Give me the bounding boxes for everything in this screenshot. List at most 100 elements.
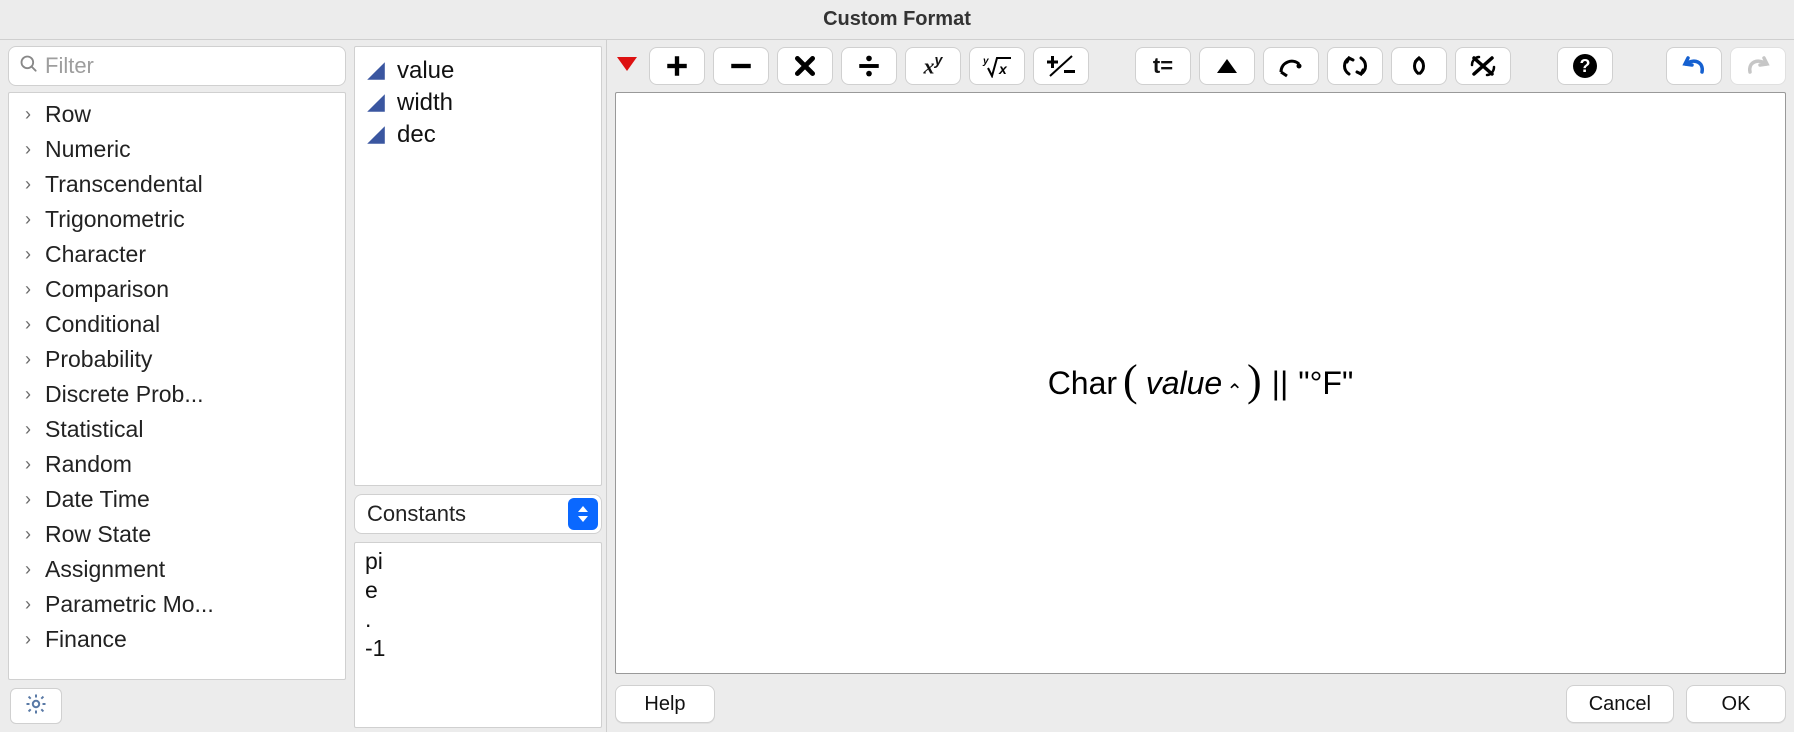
middle-column: value width dec Constants <box>350 40 606 732</box>
filter-search[interactable] <box>8 46 346 86</box>
plusminus-icon <box>1047 54 1075 78</box>
divide-button[interactable] <box>841 47 897 85</box>
continuous-icon <box>365 92 387 114</box>
gear-icon <box>24 692 48 721</box>
category-row[interactable]: › Row <box>19 97 345 132</box>
open-paren: ( <box>1123 359 1138 403</box>
svg-text:y: y <box>982 56 989 67</box>
category-numeric[interactable]: ›Numeric <box>19 132 345 167</box>
redo-icon <box>1744 54 1772 78</box>
ok-button[interactable]: OK <box>1686 685 1786 723</box>
cancel-button[interactable]: Cancel <box>1566 685 1674 723</box>
category-finance[interactable]: › Finance <box>19 622 345 657</box>
category-label: Row State <box>45 521 151 548</box>
constants-select-label: Constants <box>367 501 466 527</box>
unnest-button[interactable] <box>1391 47 1447 85</box>
category-label: Statistical <box>45 416 143 443</box>
plus-button[interactable] <box>649 47 705 85</box>
settings-button[interactable] <box>10 688 62 724</box>
chevron-right-icon: › <box>21 489 35 510</box>
continuous-icon <box>365 60 387 82</box>
chevron-right-icon: › <box>21 629 35 650</box>
category-trigonometric[interactable]: ›Trigonometric <box>19 202 345 237</box>
variable-dec[interactable]: dec <box>365 119 591 151</box>
help-button[interactable]: ? <box>1557 47 1613 85</box>
power-button[interactable]: xy <box>905 47 961 85</box>
help-footer-button[interactable]: Help <box>615 685 715 723</box>
constants-list[interactable]: pi e . -1 <box>354 542 602 728</box>
formula-expression[interactable]: Char ( value ⌃ ) || "°F" <box>1048 361 1354 405</box>
category-label: Discrete Prob... <box>45 381 204 408</box>
minus-icon <box>728 53 754 79</box>
dialog-body: ›Row ›Numeric ›Transcendental ›Trigonome… <box>0 40 1794 732</box>
variable-list[interactable]: value width dec <box>354 46 602 486</box>
category-label: Date Time <box>45 486 150 513</box>
constant-e[interactable]: e <box>365 576 591 605</box>
variable-width[interactable]: width <box>365 87 591 119</box>
gear-button-wrap <box>8 686 346 728</box>
category-discrete-prob[interactable]: ›Discrete Prob... <box>19 377 345 412</box>
category-assignment[interactable]: › Assignment <box>19 552 345 587</box>
local-assign-button[interactable]: t= <box>1135 47 1191 85</box>
continuous-icon <box>365 124 387 146</box>
chevron-right-icon: › <box>21 559 35 580</box>
formula-argument[interactable]: value <box>1144 365 1225 402</box>
chevron-right-icon: › <box>21 279 35 300</box>
left-column: ›Row ›Numeric ›Transcendental ›Trigonome… <box>0 40 350 732</box>
unnest-icon <box>1407 54 1431 78</box>
category-transcendental[interactable]: ›Transcendental <box>19 167 345 202</box>
divide-icon <box>856 53 882 79</box>
category-label: Assignment <box>45 556 165 583</box>
variable-label: dec <box>397 121 436 149</box>
undo-button[interactable] <box>1666 47 1722 85</box>
delete-button[interactable] <box>1455 47 1511 85</box>
times-button[interactable] <box>777 47 833 85</box>
category-character[interactable]: ›Character <box>19 237 345 272</box>
variable-value[interactable]: value <box>365 55 591 87</box>
chevron-right-icon: › <box>21 104 35 125</box>
category-label: Probability <box>45 346 152 373</box>
category-label: Trigonometric <box>45 206 185 233</box>
minus-button[interactable] <box>713 47 769 85</box>
category-probability[interactable]: › Probability <box>19 342 345 377</box>
category-conditional[interactable]: ›Conditional <box>19 307 345 342</box>
category-random[interactable]: ›Random <box>19 447 345 482</box>
category-label: Numeric <box>45 136 131 163</box>
category-label: Row <box>45 101 91 128</box>
insert-caret-icon: ⌃ <box>1226 379 1243 404</box>
category-row-state[interactable]: ›Row State <box>19 517 345 552</box>
window-titlebar: Custom Format <box>0 0 1794 40</box>
ok-label: OK <box>1722 693 1751 716</box>
constant-neg1[interactable]: -1 <box>365 634 591 663</box>
redo-button[interactable] <box>1730 47 1786 85</box>
hotspot-menu-icon[interactable] <box>615 55 641 77</box>
formula-literal[interactable]: "°F" <box>1298 365 1353 402</box>
help-icon: ? <box>1572 53 1598 79</box>
category-parametric-model[interactable]: ›Parametric Mo... <box>19 587 345 622</box>
category-date-time[interactable]: › Date Time <box>19 482 345 517</box>
category-label: Parametric Mo... <box>45 591 214 618</box>
category-label: Finance <box>45 626 127 653</box>
delete-icon <box>1469 54 1497 78</box>
times-icon <box>792 53 818 79</box>
category-label: Random <box>45 451 132 478</box>
chevron-right-icon: › <box>21 349 35 370</box>
constants-select[interactable]: Constants <box>354 494 602 534</box>
filter-input[interactable] <box>45 53 335 79</box>
peel-button[interactable] <box>1263 47 1319 85</box>
constant-missing[interactable]: . <box>365 605 591 634</box>
insert-button[interactable] <box>1199 47 1255 85</box>
category-comparison[interactable]: ›Comparison <box>19 272 345 307</box>
category-label: Conditional <box>45 311 160 338</box>
category-statistical[interactable]: ›Statistical <box>19 412 345 447</box>
plusminus-button[interactable] <box>1033 47 1089 85</box>
formula-toolbar: xy y x <box>615 44 1786 88</box>
root-button[interactable]: y x <box>969 47 1025 85</box>
switch-button[interactable] <box>1327 47 1383 85</box>
constants-select-box[interactable]: Constants <box>354 494 602 534</box>
category-list[interactable]: ›Row ›Numeric ›Transcendental ›Trigonome… <box>8 92 346 680</box>
constant-pi[interactable]: pi <box>365 547 591 576</box>
formula-editor[interactable]: Char ( value ⌃ ) || "°F" <box>615 92 1786 674</box>
constant-label: pi <box>365 548 383 574</box>
right-column: xy y x <box>606 40 1794 732</box>
